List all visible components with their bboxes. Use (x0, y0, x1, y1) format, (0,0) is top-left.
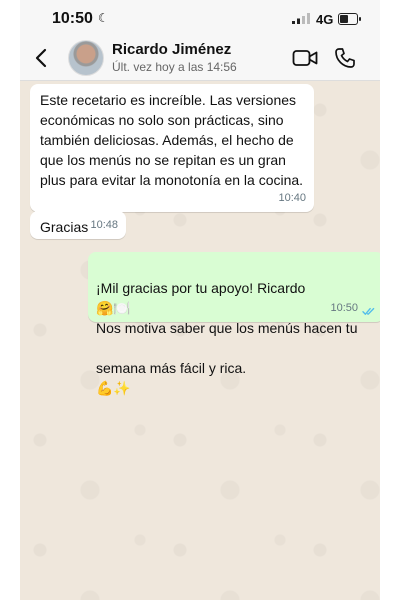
message-text: Este recetario es increíble. Las version… (40, 92, 304, 188)
avatar[interactable] (68, 40, 104, 76)
message-text: ¡Mil gracias por tu apoyo! Ricardo (96, 280, 306, 296)
muscle-sparkles-emoji: 💪✨ (96, 380, 131, 396)
signal-icon (292, 13, 310, 24)
moon-icon: ☾ (98, 11, 109, 25)
message-time: 10:50 (330, 302, 358, 314)
hug-plate-emoji: 🤗🍽️ (96, 300, 131, 316)
message-bubble-incoming[interactable]: Este recetario es increíble. Las version… (30, 84, 314, 212)
message-text: semana más fácil y rica. (96, 360, 247, 376)
contact-name[interactable]: Ricardo Jiménez (112, 41, 231, 58)
double-check-icon (362, 307, 375, 315)
message-text-line: semana más fácil y rica. 💪✨ (96, 338, 376, 398)
chat-screen: 10:50 ☾ 4G Ricardo Jiménez Últ. vez hoy … (20, 0, 380, 600)
video-call-icon[interactable] (292, 48, 318, 68)
chat-header: Ricardo Jiménez Últ. vez hoy a las 14:56 (20, 36, 380, 81)
status-time: 10:50 (52, 10, 93, 27)
last-seen-status: Últ. vez hoy a las 14:56 (112, 60, 237, 74)
message-time: 10:40 (278, 192, 306, 204)
message-bubble-outgoing[interactable]: ¡Mil gracias por tu apoyo! Ricardo 🤗🍽️ N… (88, 252, 380, 396)
back-icon[interactable] (30, 44, 54, 72)
status-bar: 10:50 ☾ 4G (20, 0, 380, 36)
message-bubble-incoming[interactable]: Gracias 10:48 (30, 211, 126, 239)
message-text: Nos motiva saber que los menús hacen tu (96, 320, 358, 336)
message-time: 10:48 (90, 219, 118, 231)
battery-icon (338, 13, 361, 25)
phone-call-icon[interactable] (334, 47, 356, 69)
network-type: 4G (316, 12, 334, 27)
message-text: Gracias (40, 219, 89, 235)
